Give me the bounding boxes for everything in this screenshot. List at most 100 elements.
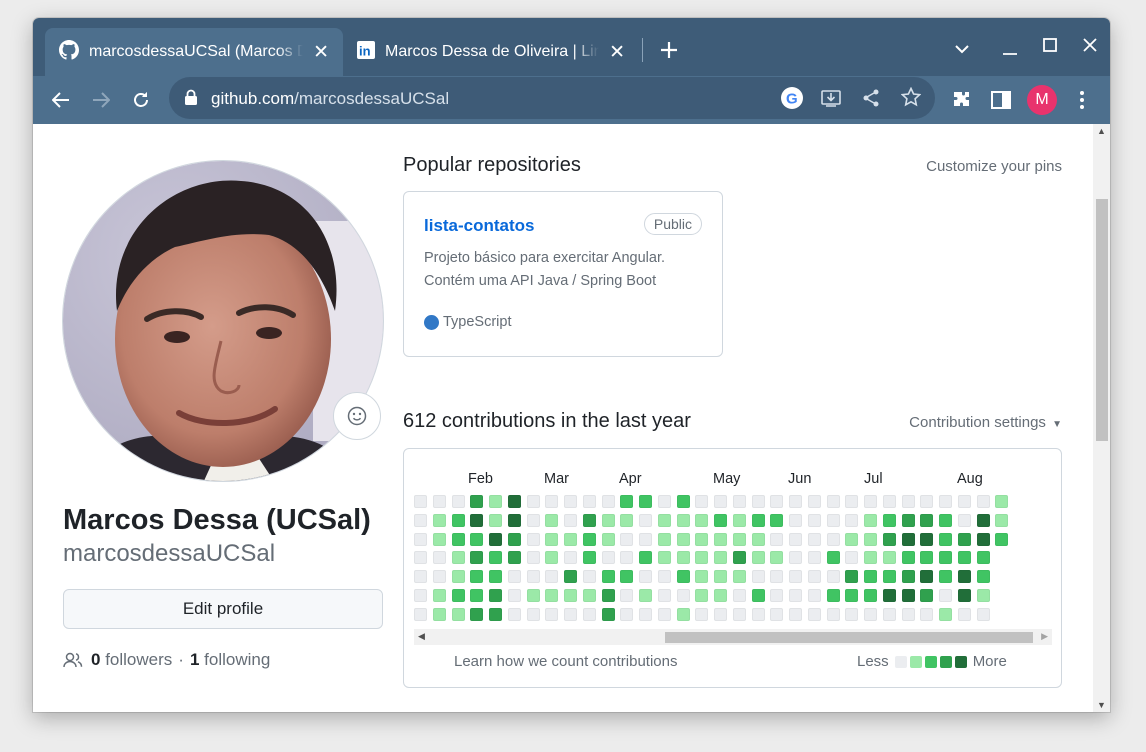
contribution-cell[interactable] bbox=[470, 532, 484, 546]
contribution-cell[interactable] bbox=[920, 532, 934, 546]
contribution-cell[interactable] bbox=[939, 607, 952, 621]
contribution-cell[interactable] bbox=[451, 588, 465, 602]
contribution-cell[interactable] bbox=[957, 513, 971, 527]
contribution-cell[interactable] bbox=[639, 513, 652, 527]
contribution-cell[interactable] bbox=[845, 570, 859, 583]
minimize-button[interactable] bbox=[997, 36, 1023, 62]
browser-menu-button[interactable] bbox=[1069, 87, 1095, 113]
contribution-cell[interactable] bbox=[639, 607, 652, 621]
contribution-cell[interactable] bbox=[414, 570, 427, 583]
contribution-cell[interactable] bbox=[526, 551, 540, 565]
contribution-cell[interactable] bbox=[620, 551, 634, 565]
contribution-cell[interactable] bbox=[414, 513, 427, 527]
install-app-icon[interactable] bbox=[821, 88, 841, 113]
contribution-cell[interactable] bbox=[545, 607, 559, 621]
contribution-cell[interactable] bbox=[601, 607, 615, 621]
contribution-cell[interactable] bbox=[807, 532, 821, 546]
contribution-cell[interactable] bbox=[676, 551, 690, 565]
contribution-cell[interactable] bbox=[770, 495, 784, 508]
contribution-cell[interactable] bbox=[920, 570, 934, 583]
contribution-cell[interactable] bbox=[732, 588, 746, 602]
contribution-cell[interactable] bbox=[695, 495, 709, 508]
contribution-cell[interactable] bbox=[695, 607, 709, 621]
contribution-cell[interactable] bbox=[826, 532, 840, 546]
contribution-cell[interactable] bbox=[676, 607, 690, 621]
following-link[interactable]: 1 following bbox=[190, 650, 270, 670]
contribution-cell[interactable] bbox=[901, 513, 915, 527]
contribution-cell[interactable] bbox=[714, 495, 727, 508]
profile-avatar[interactable] bbox=[62, 160, 384, 482]
contribution-cell[interactable] bbox=[807, 551, 821, 565]
contribution-cell[interactable] bbox=[770, 570, 784, 583]
contribution-cell[interactable] bbox=[882, 495, 896, 508]
contribution-cell[interactable] bbox=[920, 513, 934, 527]
bookmark-star-icon[interactable] bbox=[900, 86, 922, 112]
contribution-cell[interactable] bbox=[639, 532, 652, 546]
contribution-cell[interactable] bbox=[882, 513, 896, 527]
contribution-cell[interactable] bbox=[657, 513, 671, 527]
contribution-cell[interactable] bbox=[582, 532, 596, 546]
contribution-cell[interactable] bbox=[845, 495, 859, 508]
contribution-cell[interactable] bbox=[545, 588, 559, 602]
contribution-cell[interactable] bbox=[920, 588, 934, 602]
contribution-cell[interactable] bbox=[657, 495, 671, 508]
contribution-cell[interactable] bbox=[751, 513, 765, 527]
tab-close-icon[interactable]: ✕ bbox=[313, 43, 329, 62]
contribution-cell[interactable] bbox=[582, 570, 596, 583]
profile-avatar-button[interactable]: M bbox=[1027, 85, 1057, 115]
contribution-cell[interactable] bbox=[864, 570, 877, 583]
scroll-up-icon[interactable]: ▲ bbox=[1097, 126, 1106, 136]
contribution-cell[interactable] bbox=[807, 588, 821, 602]
google-icon[interactable]: G bbox=[781, 87, 803, 114]
contribution-cell[interactable] bbox=[676, 495, 690, 508]
contribution-cell[interactable] bbox=[995, 532, 1009, 546]
contribution-cell[interactable] bbox=[901, 570, 915, 583]
contribution-cell[interactable] bbox=[789, 607, 802, 621]
contribution-cell[interactable] bbox=[939, 588, 952, 602]
contribution-cell[interactable] bbox=[489, 588, 502, 602]
contribution-cell[interactable] bbox=[770, 513, 784, 527]
contribution-cell[interactable] bbox=[976, 532, 990, 546]
contribution-cell[interactable] bbox=[770, 532, 784, 546]
contribution-cell[interactable] bbox=[526, 588, 540, 602]
contribution-cell[interactable] bbox=[714, 551, 727, 565]
contribution-cell[interactable] bbox=[751, 570, 765, 583]
contribution-cell[interactable] bbox=[601, 532, 615, 546]
contribution-cell[interactable] bbox=[957, 570, 971, 583]
contribution-cell[interactable] bbox=[676, 588, 690, 602]
contribution-cell[interactable] bbox=[864, 551, 877, 565]
contribution-cell[interactable] bbox=[770, 607, 784, 621]
contribution-cell[interactable] bbox=[601, 513, 615, 527]
new-tab-button[interactable] bbox=[655, 36, 683, 64]
contribution-cell[interactable] bbox=[582, 607, 596, 621]
contribution-cell[interactable] bbox=[714, 607, 727, 621]
contribution-cell[interactable] bbox=[882, 532, 896, 546]
contribution-cell[interactable] bbox=[957, 607, 971, 621]
contribution-cell[interactable] bbox=[789, 532, 802, 546]
contribution-cell[interactable] bbox=[545, 513, 559, 527]
contribution-cell[interactable] bbox=[601, 495, 615, 508]
contribution-cell[interactable] bbox=[751, 532, 765, 546]
contribution-cell[interactable] bbox=[582, 495, 596, 508]
contribution-cell[interactable] bbox=[901, 532, 915, 546]
contribution-cell[interactable] bbox=[414, 588, 427, 602]
forward-button[interactable] bbox=[87, 86, 115, 114]
contribution-cell[interactable] bbox=[657, 570, 671, 583]
contribution-cell[interactable] bbox=[620, 532, 634, 546]
set-status-button[interactable] bbox=[333, 392, 381, 440]
contribution-cell[interactable] bbox=[957, 495, 971, 508]
contribution-cell[interactable] bbox=[470, 588, 484, 602]
contribution-cell[interactable] bbox=[564, 551, 577, 565]
contribution-cell[interactable] bbox=[657, 532, 671, 546]
contribution-cell[interactable] bbox=[714, 588, 727, 602]
maximize-button[interactable] bbox=[1037, 32, 1063, 58]
contribution-cell[interactable] bbox=[845, 532, 859, 546]
contribution-cell[interactable] bbox=[939, 532, 952, 546]
contribution-cell[interactable] bbox=[451, 570, 465, 583]
contribution-cell[interactable] bbox=[901, 495, 915, 508]
contribution-cell[interactable] bbox=[601, 551, 615, 565]
contribution-cell[interactable] bbox=[507, 532, 521, 546]
contribution-cell[interactable] bbox=[639, 495, 652, 508]
contribution-cell[interactable] bbox=[845, 551, 859, 565]
contribution-cell[interactable] bbox=[451, 607, 465, 621]
